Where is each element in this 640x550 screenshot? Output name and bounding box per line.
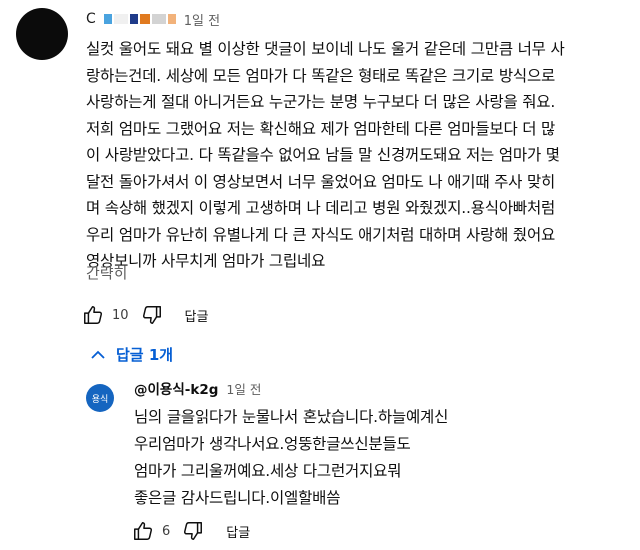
- chevron-up-icon: [91, 350, 105, 359]
- mosaic-block: [167, 14, 176, 24]
- mosaic-block: [129, 14, 138, 24]
- reply-button[interactable]: 답글: [226, 522, 250, 541]
- replies-toggle-button[interactable]: 답글 1개: [90, 344, 173, 365]
- reply-time[interactable]: 1일 전: [226, 379, 261, 398]
- mosaic-block: [113, 14, 128, 24]
- comment-time[interactable]: 1일 전: [184, 10, 220, 29]
- reply-avatar[interactable]: 용식: [86, 384, 114, 412]
- reply-like-count: 6: [162, 523, 171, 539]
- author-name-redacted[interactable]: C: [86, 11, 178, 27]
- reply-text: 님의 글을읽다가 눈물나서 혼났습니다.하늘예계신 우리엄마가 생각나서요.엉뚱…: [134, 408, 449, 507]
- collapse-link[interactable]: 간략히: [86, 262, 127, 283]
- thumbs-up-icon[interactable]: [82, 304, 104, 326]
- comment-header: C 1일 전: [86, 8, 220, 30]
- comment-actions: 10 답글: [82, 304, 208, 326]
- reply-button[interactable]: 답글: [185, 306, 209, 325]
- comment-text: 실컷 울어도 돼요 별 이상한 댓글이 보이네 나도 울거 같은데 그만큼 너무…: [86, 40, 565, 270]
- replies-toggle-label: 답글 1개: [116, 346, 174, 364]
- like-count: 10: [112, 307, 129, 323]
- mosaic-block: [151, 14, 166, 24]
- mosaic-block: [103, 14, 112, 24]
- thumbs-down-icon[interactable]: [182, 520, 204, 542]
- thumbs-up-icon[interactable]: [132, 520, 154, 542]
- avatar[interactable]: [16, 8, 68, 60]
- reply-actions: 6 답글: [132, 520, 250, 542]
- mosaic-block: [139, 14, 150, 24]
- reply-author[interactable]: @이용식-k2g: [134, 378, 218, 398]
- author-initial: C: [86, 11, 96, 27]
- reply-header: @이용식-k2g 1일 전: [134, 378, 261, 399]
- thumbs-down-icon[interactable]: [141, 304, 163, 326]
